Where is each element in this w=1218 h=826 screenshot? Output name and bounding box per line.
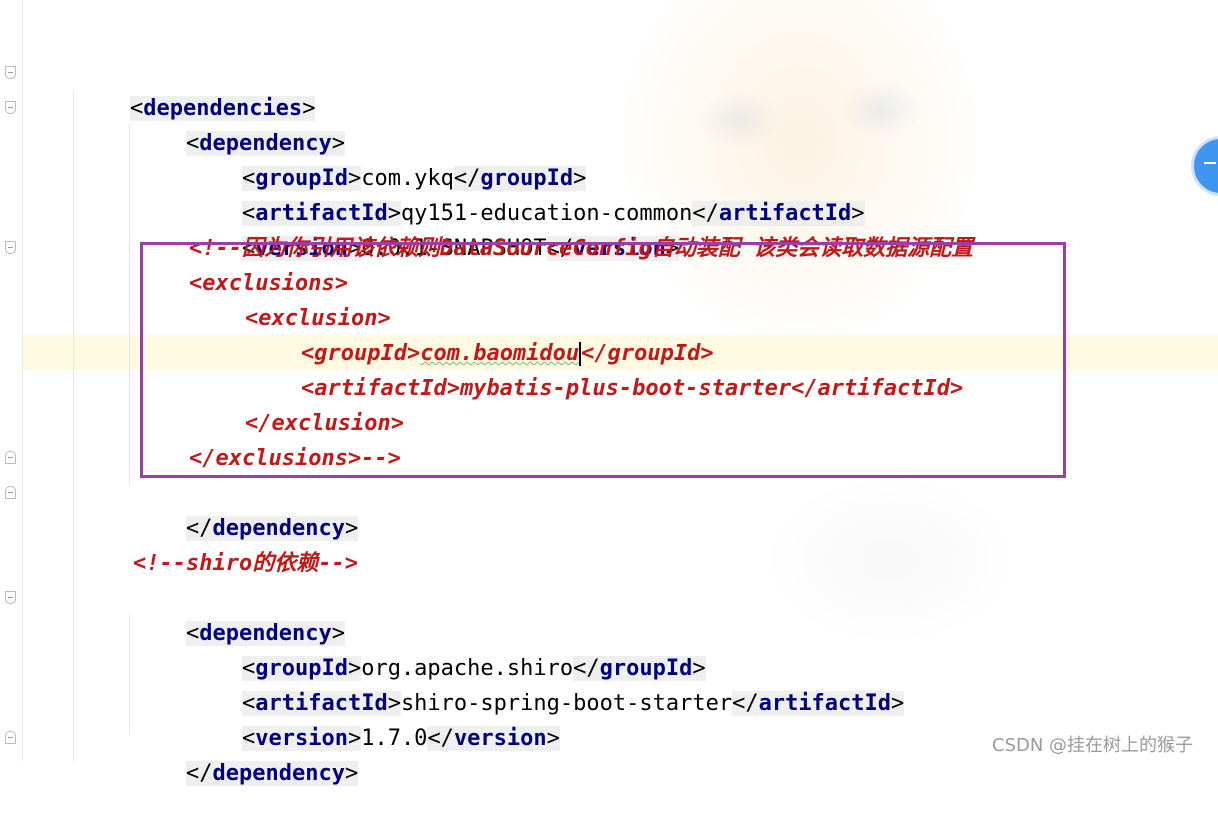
highlight-annotation-box <box>140 242 1066 478</box>
indent-guide <box>129 615 130 735</box>
editor-gutter <box>0 0 23 761</box>
fold-marker-icon[interactable] <box>5 241 16 254</box>
code-line: </dependency> <box>185 761 359 786</box>
fold-marker-icon[interactable] <box>5 66 16 79</box>
fold-marker-icon[interactable] <box>5 486 16 499</box>
fold-marker-icon[interactable] <box>5 451 16 464</box>
tag-name: artifactId <box>758 691 892 716</box>
code-line: <groupId>com.ykq</groupId> <box>241 166 587 191</box>
indent-guide <box>129 125 130 485</box>
code-line: <dependency> <box>185 131 345 156</box>
code-line: <groupId>org.apache.shiro</groupId> <box>241 656 706 681</box>
tag-name: dependency <box>212 516 345 541</box>
tag-value: 1.7.0 <box>361 726 428 751</box>
code-line: <artifactId>shiro-spring-boot-starter</a… <box>241 691 905 716</box>
indent-guide <box>73 90 74 761</box>
code-line: </dependency> <box>185 516 359 541</box>
tag-name: dependency <box>212 761 345 786</box>
code-line: <artifactId>qy151-education-common</arti… <box>241 201 865 226</box>
watermark: CSDN @挂在树上的猴子 <box>992 735 1194 756</box>
fold-marker-icon[interactable] <box>5 101 16 114</box>
code-line: <version>1.7.0</version> <box>241 726 560 751</box>
code-line: <dependencies> <box>129 96 316 121</box>
code-line: <dependency> <box>185 621 345 646</box>
scroll-widget-icon[interactable] <box>1191 136 1218 196</box>
comment-line: <!--shiro的依赖--> <box>133 551 358 576</box>
fold-marker-icon[interactable] <box>5 591 16 604</box>
tag-name: version <box>453 726 547 751</box>
code-line: <version>0.0.1-SNAPSHOT</version> <box>241 236 680 261</box>
tag-name: artifactId <box>718 201 852 226</box>
fold-marker-icon[interactable] <box>5 731 16 744</box>
